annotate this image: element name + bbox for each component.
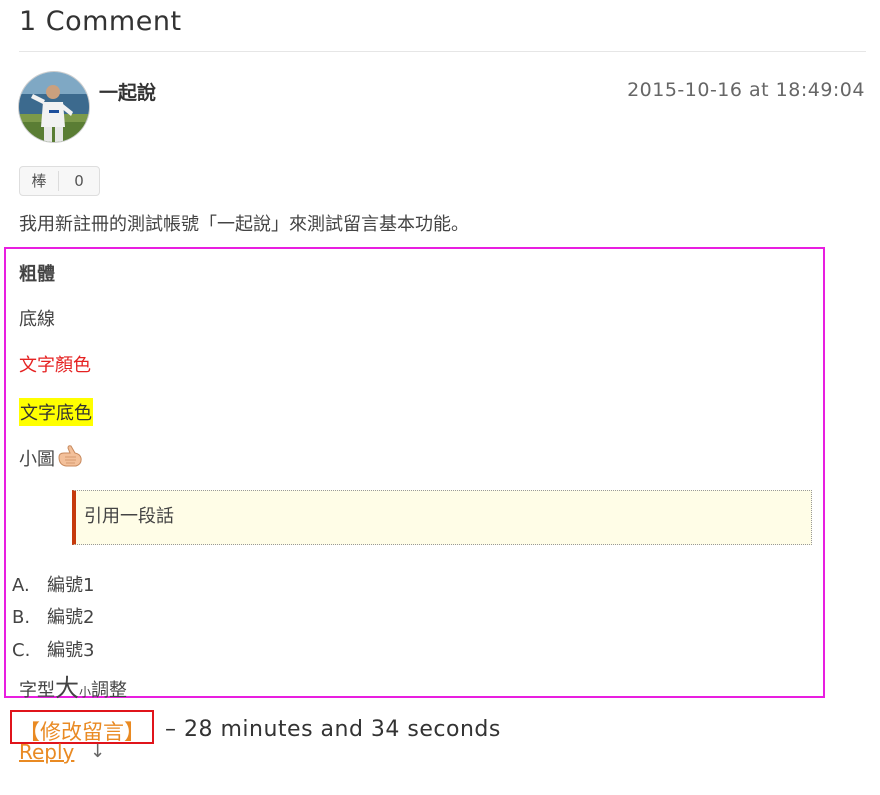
list-marker: B. xyxy=(12,607,31,628)
font-size-demo: 字型大小調整 xyxy=(19,668,127,703)
avatar[interactable] xyxy=(19,72,89,142)
list-text: 編號1 xyxy=(47,575,95,596)
small-image-label: 小圖 xyxy=(19,449,55,470)
bold-text: 粗體 xyxy=(19,264,55,285)
list-marker: A. xyxy=(12,575,30,596)
divider xyxy=(19,51,866,52)
list-item: A. 編號1 xyxy=(12,571,94,597)
small-image-line: 小圖 xyxy=(19,445,84,476)
comment-date[interactable]: 2015-10-16 at 18:49:04 xyxy=(627,79,865,101)
list-marker: C. xyxy=(12,640,31,661)
comment-author[interactable]: 一起說 xyxy=(99,78,156,105)
font-size-prefix: 字型 xyxy=(19,680,55,701)
like-count: 0 xyxy=(74,172,84,190)
font-size-big: 大 xyxy=(55,674,79,702)
blockquote xyxy=(72,490,812,545)
list-text: 編號2 xyxy=(47,607,95,628)
font-size-suffix: 調整 xyxy=(91,680,128,701)
list-item: C. 編號3 xyxy=(12,636,94,662)
quote-text: 引用一段話 xyxy=(84,506,174,527)
thumbs-up-icon xyxy=(56,445,84,476)
comment-intro: 我用新註冊的測試帳號「一起說」來測試留言基本功能。 xyxy=(19,214,469,235)
highlighted-text: 文字底色 xyxy=(19,398,93,426)
list-text: 編號3 xyxy=(47,640,95,661)
edit-time-remaining: – 28 minutes and 34 seconds xyxy=(165,717,501,742)
highlight-frame xyxy=(4,247,825,698)
down-arrow-icon: ↓ xyxy=(90,741,106,762)
colored-text: 文字顏色 xyxy=(19,355,91,376)
like-button[interactable]: 棒 0 xyxy=(19,166,100,196)
avatar-photo-icon xyxy=(19,72,89,142)
underline-text: 底線 xyxy=(19,309,55,330)
comments-heading: 1 Comment xyxy=(19,6,182,37)
like-label: 棒 xyxy=(20,171,59,191)
font-size-small: 小 xyxy=(79,685,92,699)
list-item: B. 編號2 xyxy=(12,603,94,629)
reply-link[interactable]: Reply xyxy=(19,740,74,764)
